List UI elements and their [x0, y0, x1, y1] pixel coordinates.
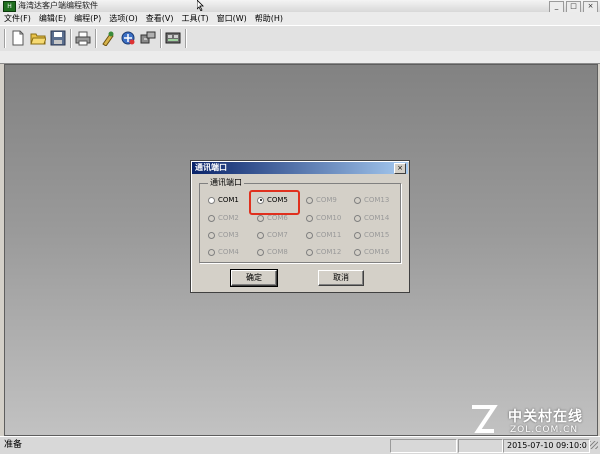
communication-icon[interactable]	[120, 30, 136, 46]
toolbar-separator	[95, 29, 97, 48]
ok-button[interactable]: 确定	[230, 269, 278, 287]
status-panel	[390, 439, 457, 453]
window-title: 海湾达客户端编程软件	[18, 1, 98, 10]
com-port-group: 通讯端口 COM1 COM5 COM9 COM13 COM2 COM6 COM1…	[199, 178, 401, 263]
radio-com13: COM13	[354, 194, 394, 206]
radio-label: COM10	[316, 214, 342, 222]
open-folder-icon[interactable]	[30, 30, 47, 46]
radio-button-icon	[208, 248, 215, 256]
status-panel	[458, 439, 503, 453]
radio-com10: COM10	[306, 212, 346, 224]
radio-button-icon	[208, 196, 215, 204]
toolbar	[0, 25, 600, 52]
radio-button-icon	[306, 196, 313, 204]
toolbar-separator	[70, 29, 72, 48]
radio-label: COM7	[267, 231, 288, 239]
group-label: 通讯端口	[208, 178, 244, 188]
radio-label: COM2	[218, 214, 239, 222]
com-port-dialog: 通讯端口 × 通讯端口 COM1 COM5 COM9 COM13 COM2 CO	[190, 160, 410, 293]
menu-edit[interactable]: 编辑(E)	[35, 12, 70, 25]
connect-icon[interactable]	[140, 30, 156, 46]
radio-button-icon	[354, 248, 361, 256]
radio-com15: COM15	[354, 229, 394, 241]
toolbar-separator	[4, 29, 6, 48]
radio-label: COM13	[364, 196, 390, 204]
menu-options[interactable]: 选项(O)	[105, 12, 142, 25]
dialog-close-button[interactable]: ×	[394, 163, 406, 174]
radio-label: COM14	[364, 214, 390, 222]
watermark-en: ZOL.COM.CN	[510, 425, 579, 435]
new-file-icon[interactable]	[10, 30, 26, 46]
radio-com8: COM8	[257, 246, 297, 258]
radio-button-icon	[306, 248, 313, 256]
radio-button-icon	[354, 214, 361, 222]
resize-grip-icon[interactable]	[590, 441, 598, 449]
menu-tools[interactable]: 工具(T)	[177, 12, 212, 25]
radio-label: COM12	[316, 248, 342, 256]
radio-com16: COM16	[354, 246, 394, 258]
toolbar-separator	[185, 29, 187, 48]
toolbar-separator	[160, 29, 162, 48]
cancel-button[interactable]: 取消	[318, 270, 364, 286]
mouse-cursor-icon	[197, 0, 204, 11]
highlight-box	[249, 190, 300, 215]
radio-button-icon	[306, 231, 313, 239]
menu-bar: 文件(F) 编辑(E) 编程(P) 选项(O) 查看(V) 工具(T) 窗口(W…	[0, 12, 600, 25]
radio-button-icon	[208, 231, 215, 239]
status-bar: 准备 2015-07-10 09:10:0	[0, 436, 600, 454]
program-icon[interactable]	[100, 30, 116, 47]
radio-label: COM11	[316, 231, 342, 239]
device-icon[interactable]	[165, 30, 181, 46]
print-icon[interactable]	[75, 30, 91, 46]
radio-com4: COM4	[208, 246, 248, 258]
menu-window[interactable]: 窗口(W)	[213, 12, 251, 25]
dialog-title-bar[interactable]: 通讯端口 ×	[192, 162, 408, 174]
radio-label: COM3	[218, 231, 239, 239]
zol-watermark: 中关村在线 ZOL.COM.CN	[470, 404, 596, 438]
radio-com9: COM9	[306, 194, 346, 206]
radio-label: COM8	[267, 248, 288, 256]
radio-com11: COM11	[306, 229, 346, 241]
menu-file[interactable]: 文件(F)	[0, 12, 35, 25]
radio-com14: COM14	[354, 212, 394, 224]
radio-label: COM4	[218, 248, 239, 256]
radio-button-icon	[306, 214, 313, 222]
radio-button-icon	[257, 214, 264, 222]
app-icon: H	[3, 1, 16, 12]
status-datetime: 2015-07-10 09:10:0	[503, 439, 590, 453]
radio-button-icon	[354, 231, 361, 239]
menu-help[interactable]: 帮助(H)	[251, 12, 287, 25]
save-icon[interactable]	[50, 30, 66, 46]
dialog-title: 通讯端口	[195, 163, 227, 172]
sub-toolbar-strip	[0, 51, 600, 64]
radio-label: COM9	[316, 196, 337, 204]
radio-button-icon	[354, 196, 361, 204]
watermark-cn: 中关村在线	[508, 409, 583, 425]
radio-com2: COM2	[208, 212, 248, 224]
radio-label: COM1	[218, 196, 239, 204]
zol-logo-icon	[472, 405, 498, 433]
radio-button-icon	[257, 248, 264, 256]
radio-label: COM16	[364, 248, 390, 256]
radio-label: COM15	[364, 231, 390, 239]
radio-button-icon	[208, 214, 215, 222]
status-text: 准备	[4, 440, 23, 450]
menu-program[interactable]: 编程(P)	[70, 12, 105, 25]
radio-button-icon	[257, 231, 264, 239]
menu-view[interactable]: 查看(V)	[142, 12, 178, 25]
radio-com1[interactable]: COM1	[208, 194, 248, 206]
radio-com7: COM7	[257, 229, 297, 241]
radio-com3: COM3	[208, 229, 248, 241]
radio-com12: COM12	[306, 246, 346, 258]
